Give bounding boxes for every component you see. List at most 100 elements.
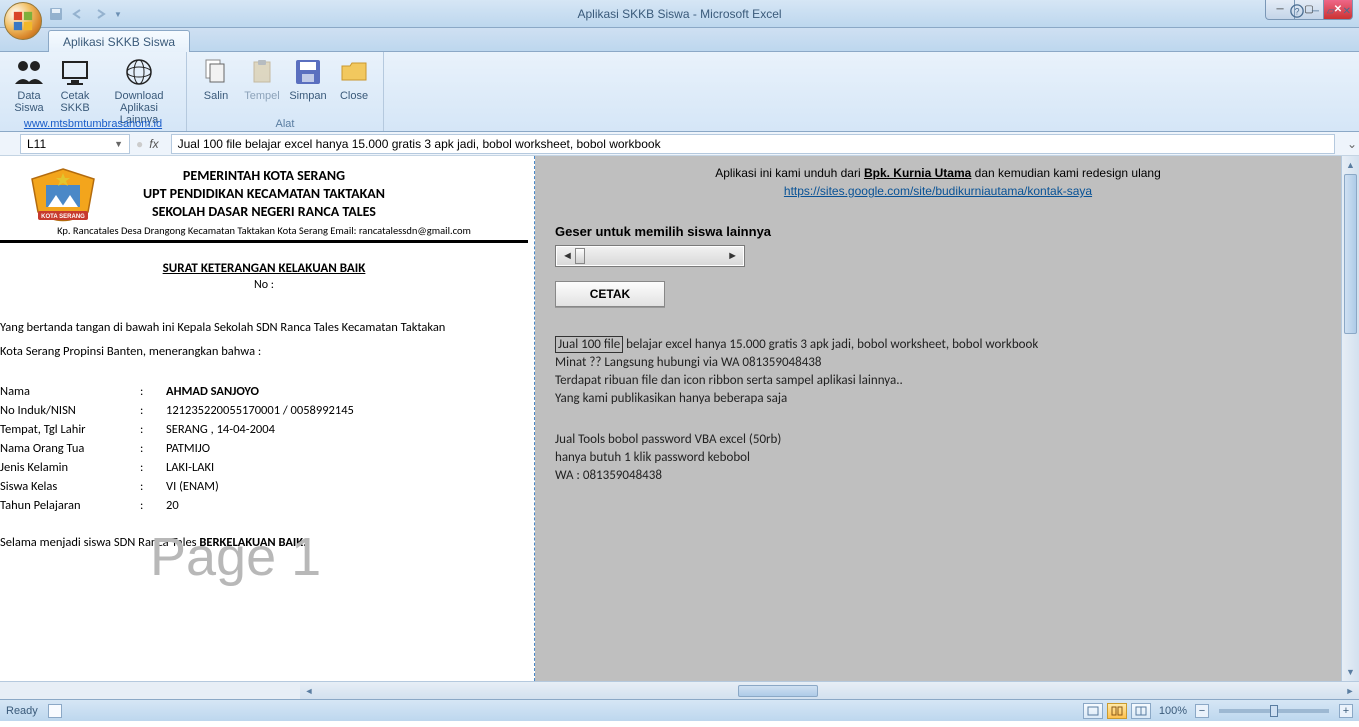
label-ttl: Tempat, Tgl Lahir	[0, 422, 140, 437]
name-box-dropdown-icon[interactable]: ▼	[114, 139, 123, 149]
vscroll-thumb[interactable]	[1344, 174, 1357, 334]
window-title: Aplikasi SKKB Siswa - Microsoft Excel	[0, 7, 1359, 21]
ribbon-minimize-icon[interactable]: ─	[1312, 6, 1319, 17]
macro-record-icon[interactable]	[48, 704, 62, 718]
slider-heading: Geser untuk memilih siswa lainnya	[555, 224, 1321, 239]
data-siswa-button[interactable]: Data Siswa	[6, 54, 52, 117]
group-alat-label: Alat	[187, 118, 383, 130]
label-tahun: Tahun Pelajaran	[0, 498, 140, 513]
svg-text:KOTA SERANG: KOTA SERANG	[41, 214, 85, 220]
worksheet-area: KOTA SERANG PEMERINTAH KOTA SERANG UPT P…	[0, 156, 1359, 681]
para-1: Yang bertanda tangan di bawah ini Kepala…	[0, 318, 528, 338]
value-kelas: VI (ENAM)	[166, 479, 219, 494]
close-button-ribbon[interactable]: Close	[331, 54, 377, 117]
zoom-in-button[interactable]: +	[1339, 704, 1353, 718]
svg-text:?: ?	[1294, 7, 1299, 17]
hscroll-left-icon[interactable]: ◄	[300, 682, 318, 700]
value-nisn: 121235220055170001 / 0058992145	[166, 403, 354, 418]
zoom-out-button[interactable]: −	[1195, 704, 1209, 718]
credit-link[interactable]: https://sites.google.com/site/budikurnia…	[555, 184, 1321, 198]
value-ttl: SERANG , 14-04-2004	[166, 422, 275, 437]
promo-line-3: Terdapat ribuan file dan icon ribbon ser…	[555, 373, 1321, 388]
office-button[interactable]	[4, 2, 42, 40]
letterhead-rule	[0, 240, 528, 243]
formula-bar: L11 ▼ ● fx Jual 100 file belajar excel h…	[0, 132, 1359, 156]
tools-line-1: Jual Tools bobol password VBA excel (50r…	[555, 432, 1321, 447]
monitor-icon	[59, 56, 91, 88]
hscroll-right-icon[interactable]: ►	[1341, 682, 1359, 700]
people-icon	[13, 56, 45, 88]
formula-buttons: ● fx	[136, 137, 165, 151]
tools-line-2: hanya butuh 1 klik password kebobol	[555, 450, 1321, 465]
para-2: Kota Serang Propinsi Banten, menerangkan…	[0, 342, 528, 362]
label-ortu: Nama Orang Tua	[0, 441, 140, 456]
doc-number: No :	[0, 278, 528, 292]
cell-reference: L11	[27, 137, 46, 151]
horizontal-scrollbar[interactable]: ◄ ►	[300, 682, 1359, 699]
tempel-button[interactable]: Tempel	[239, 54, 285, 117]
fx-label[interactable]: fx	[149, 137, 158, 151]
conclusion: Selama menjadi siswa SDN Ranca Tales BER…	[0, 535, 528, 550]
ribbon-group-links: Data Siswa Cetak SKKB Download Aplikasi …	[0, 52, 187, 131]
document-pane: KOTA SERANG PEMERINTAH KOTA SERANG UPT P…	[0, 156, 535, 681]
scroll-left-icon[interactable]: ◄	[562, 250, 573, 262]
tools-line-3: WA : 081359048438	[555, 468, 1321, 483]
zoom-label: 100%	[1159, 705, 1187, 717]
zoom-slider[interactable]	[1219, 709, 1329, 713]
ribbon-group-alat: Salin Tempel Simpan Close Alat	[187, 52, 384, 131]
cetak-button[interactable]: CETAK	[555, 281, 665, 307]
scroll-up-icon[interactable]: ▲	[1342, 156, 1359, 174]
copy-icon	[200, 56, 232, 88]
name-box[interactable]: L11 ▼	[20, 134, 130, 154]
ribbon: Data Siswa Cetak SKKB Download Aplikasi …	[0, 52, 1359, 132]
city-crest-icon: KOTA SERANG	[28, 167, 98, 227]
tab-aplikasi-skkb[interactable]: Aplikasi SKKB Siswa	[48, 30, 190, 52]
promo-line-2: Minat ?? Langsung hubungi via WA 0813590…	[555, 355, 1321, 370]
download-button[interactable]: Download Aplikasi Lainnya	[98, 54, 180, 117]
ribbon-tabstrip: Aplikasi SKKB Siswa ? ─ ▱ ✕	[0, 28, 1359, 52]
view-layout-button[interactable]	[1107, 703, 1127, 719]
value-ortu: PATMIJO	[166, 441, 210, 456]
student-fields: Nama:AHMAD SANJOYO No Induk/NISN:1212352…	[0, 384, 528, 513]
folder-icon	[338, 56, 370, 88]
zoom-thumb[interactable]	[1270, 705, 1278, 717]
save-disk-icon	[292, 56, 324, 88]
credit-line: Aplikasi ini kami unduh dari Bpk. Kurnia…	[555, 166, 1321, 180]
label-nisn: No Induk/NISN	[0, 403, 140, 418]
student-scroller[interactable]: ◄ ►	[555, 245, 745, 267]
ribbon-close-icon[interactable]: ✕	[1343, 6, 1351, 17]
value-jk: LAKI-LAKI	[166, 460, 214, 475]
label-kelas: Siswa Kelas	[0, 479, 140, 494]
hscroll-thumb[interactable]	[738, 685, 818, 697]
status-bar: Ready 100% − +	[0, 699, 1359, 721]
cetak-skkb-button[interactable]: Cetak SKKB	[52, 54, 98, 117]
globe-icon	[123, 56, 155, 88]
doc-body: Yang bertanda tangan di bawah ini Kepala…	[0, 318, 528, 362]
label-nama: Nama	[0, 384, 140, 399]
group-link-label[interactable]: www.mtsbmtumbrasanom.id	[0, 118, 186, 130]
promo-line-4: Yang kami publikasikan hanya beberapa sa…	[555, 391, 1321, 406]
selected-cell: Jual 100 file	[555, 336, 623, 353]
value-tahun: 20	[166, 498, 179, 513]
promo-line-1[interactable]: Jual 100 file belajar excel hanya 15.000…	[555, 337, 1321, 352]
formula-input[interactable]: Jual 100 file belajar excel hanya 15.000…	[171, 134, 1335, 154]
office-logo-icon	[12, 10, 34, 32]
formula-expand-icon[interactable]: ⌄	[1345, 137, 1359, 151]
sheet-tabs-area[interactable]	[0, 682, 300, 699]
vertical-scrollbar[interactable]: ▲ ▼	[1341, 156, 1359, 681]
status-ready: Ready	[6, 705, 38, 717]
scroll-right-icon[interactable]: ►	[727, 250, 738, 262]
doc-title: SURAT KETERANGAN KELAKUAN BAIK	[0, 261, 528, 276]
simpan-button[interactable]: Simpan	[285, 54, 331, 117]
horizontal-scroll-row: ◄ ►	[0, 681, 1359, 699]
paste-icon	[246, 56, 278, 88]
view-break-button[interactable]	[1131, 703, 1151, 719]
scroll-down-icon[interactable]: ▼	[1342, 663, 1359, 681]
view-normal-button[interactable]	[1083, 703, 1103, 719]
help-icon[interactable]: ?	[1290, 4, 1304, 18]
scroll-thumb[interactable]	[575, 248, 585, 264]
salin-button[interactable]: Salin	[193, 54, 239, 117]
letterhead: KOTA SERANG PEMERINTAH KOTA SERANG UPT P…	[0, 167, 528, 237]
ribbon-restore-icon[interactable]: ▱	[1327, 6, 1335, 17]
formula-value: Jual 100 file belajar excel hanya 15.000…	[178, 137, 661, 151]
